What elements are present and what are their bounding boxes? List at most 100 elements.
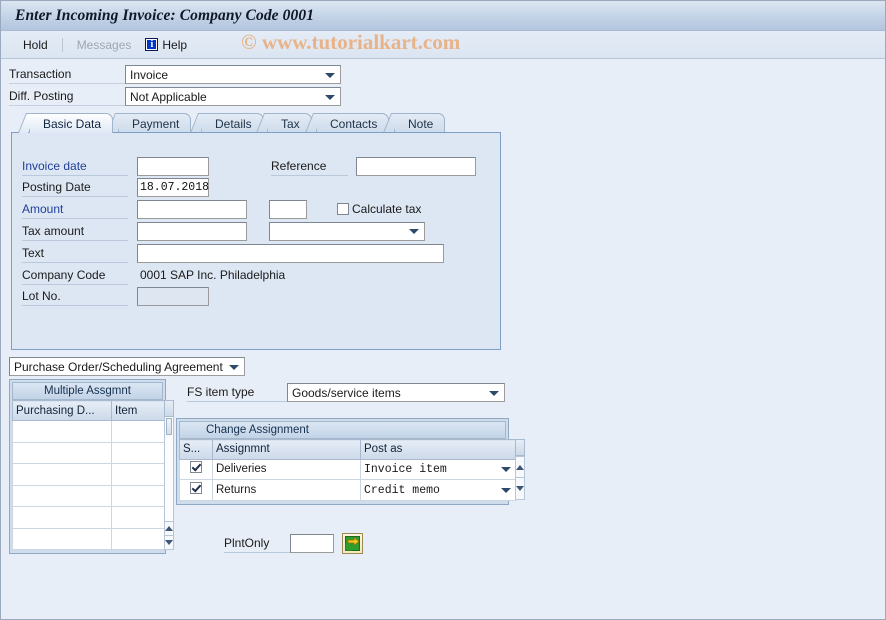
title-bar: Enter Incoming Invoice: Company Code 000… (1, 1, 885, 31)
toolbar: Hold Messages i Help © www.tutorialkart.… (1, 31, 885, 59)
scroll-up-button[interactable] (515, 456, 525, 478)
scroll-down-button[interactable] (515, 478, 525, 500)
change-assignment-scrollbar[interactable] (515, 439, 525, 501)
text-row: Text (22, 243, 444, 263)
cell-purchasing-doc[interactable] (13, 485, 112, 506)
cell-purchasing-doc[interactable] (13, 507, 112, 528)
scrollbar-corner (164, 400, 174, 417)
cell-item[interactable] (112, 507, 165, 528)
tax-amount-label: Tax amount (22, 222, 128, 241)
column-selected[interactable]: S... (180, 440, 213, 460)
currency-input[interactable] (269, 200, 307, 219)
cell-item[interactable] (112, 464, 165, 485)
tab-payment[interactable]: Payment (118, 113, 191, 133)
change-assignment-title: Change Assignment (179, 421, 506, 439)
purchase-order-value: Purchase Order/Scheduling Agreement (14, 360, 223, 374)
diff-posting-label: Diff. Posting (9, 87, 125, 106)
watermark: © www.tutorialkart.com (241, 30, 460, 55)
tab-contacts[interactable]: Contacts (316, 113, 389, 133)
column-assignment[interactable]: Assignmnt (213, 440, 361, 460)
fs-item-type-select[interactable]: Goods/service items (287, 383, 505, 402)
change-assignment-body: S... Assignmnt Post as Deliveries Invoic… (179, 439, 506, 501)
tab-basic-data[interactable]: Basic Data (29, 113, 113, 133)
table-row[interactable] (13, 507, 165, 528)
scrollbar-thumb[interactable] (166, 418, 172, 435)
table-row[interactable] (13, 528, 165, 550)
toolbar-separator (62, 38, 63, 52)
cell-post-as[interactable]: Invoice item (361, 459, 516, 480)
transaction-label: Transaction (9, 65, 125, 84)
calculate-tax-checkbox[interactable] (337, 203, 349, 215)
cell-post-as[interactable]: Credit memo (361, 480, 516, 501)
tax-code-select[interactable] (269, 222, 425, 241)
cell-assignment[interactable]: Returns (213, 480, 361, 501)
post-as-dropdown[interactable]: Invoice item (364, 463, 512, 476)
assignment-grid-scrollbar[interactable] (164, 400, 174, 550)
text-label: Text (22, 244, 128, 263)
posting-date-row: Posting Date 18.07.2018 (22, 177, 209, 197)
transaction-select[interactable]: Invoice (125, 65, 341, 84)
chevron-down-icon (501, 467, 511, 472)
cell-assignment[interactable]: Deliveries (213, 459, 361, 480)
reference-input[interactable] (356, 157, 476, 176)
scrollbar-track[interactable] (164, 417, 174, 522)
plnt-only-input[interactable] (290, 534, 334, 553)
help-button[interactable]: i Help (139, 36, 193, 54)
cell-selected[interactable] (180, 480, 213, 501)
column-item[interactable]: Item (112, 401, 165, 421)
post-as-dropdown[interactable]: Credit memo (364, 484, 512, 497)
amount-label: Amount (22, 200, 128, 219)
company-code-label: Company Code (22, 266, 128, 285)
diff-posting-select[interactable]: Not Applicable (125, 87, 341, 106)
tab-details[interactable]: Details (201, 113, 264, 133)
chevron-down-icon (489, 391, 499, 396)
cell-purchasing-doc[interactable] (13, 528, 112, 550)
column-purchasing-doc[interactable]: Purchasing D... (13, 401, 112, 421)
plnt-only-label: PlntOnly (224, 534, 290, 553)
reference-row: Reference (271, 156, 476, 176)
cell-selected[interactable] (180, 459, 213, 480)
invoice-date-row: Invoice date (22, 156, 209, 176)
calculate-tax-row[interactable]: Calculate tax (337, 202, 421, 216)
triangle-up-icon (516, 465, 524, 470)
messages-button[interactable]: Messages (69, 36, 140, 54)
cell-item[interactable] (112, 485, 165, 506)
cell-purchasing-doc[interactable] (13, 464, 112, 485)
change-assignment-table: S... Assignmnt Post as Deliveries Invoic… (179, 439, 516, 501)
cell-purchasing-doc[interactable] (13, 442, 112, 463)
table-row[interactable] (13, 485, 165, 506)
multiple-assignment-title: Multiple Assgmnt (12, 382, 163, 400)
plnt-only-row: PlntOnly (224, 533, 363, 554)
lot-no-input[interactable] (137, 287, 209, 306)
amount-input[interactable] (137, 200, 247, 219)
text-input[interactable] (137, 244, 444, 263)
lot-no-row: Lot No. (22, 286, 209, 306)
multiple-assignment-grid: Multiple Assgmnt Purchasing D... Item (9, 379, 166, 554)
header-fields: Transaction Invoice Diff. Posting Not Ap… (1, 59, 885, 107)
cell-item[interactable] (112, 442, 165, 463)
scroll-up-button[interactable] (164, 522, 174, 536)
purchase-order-select[interactable]: Purchase Order/Scheduling Agreement (9, 357, 245, 376)
table-row[interactable] (13, 442, 165, 463)
row-checkbox[interactable] (190, 482, 202, 494)
company-code-row: Company Code 0001 SAP Inc. Philadelphia (22, 265, 285, 285)
row-checkbox[interactable] (190, 461, 202, 473)
table-row[interactable] (13, 464, 165, 485)
posting-date-input[interactable]: 18.07.2018 (137, 178, 209, 197)
table-row[interactable]: Deliveries Invoice item (180, 459, 516, 480)
cell-item[interactable] (112, 528, 165, 550)
invoice-date-input[interactable] (137, 157, 209, 176)
amount-row: Amount Calculate tax (22, 199, 421, 219)
execute-button[interactable] (342, 533, 363, 554)
tax-amount-input[interactable] (137, 222, 247, 241)
reference-label: Reference (271, 157, 348, 176)
table-row[interactable]: Returns Credit memo (180, 480, 516, 501)
cell-purchasing-doc[interactable] (13, 421, 112, 442)
tab-strip: Basic Data Payment Details Tax Contacts … (11, 113, 495, 133)
table-row[interactable] (13, 421, 165, 442)
column-post-as[interactable]: Post as (361, 440, 516, 460)
hold-button[interactable]: Hold (15, 36, 56, 54)
scroll-down-button[interactable] (164, 536, 174, 550)
tab-note[interactable]: Note (394, 113, 445, 133)
cell-item[interactable] (112, 421, 165, 442)
